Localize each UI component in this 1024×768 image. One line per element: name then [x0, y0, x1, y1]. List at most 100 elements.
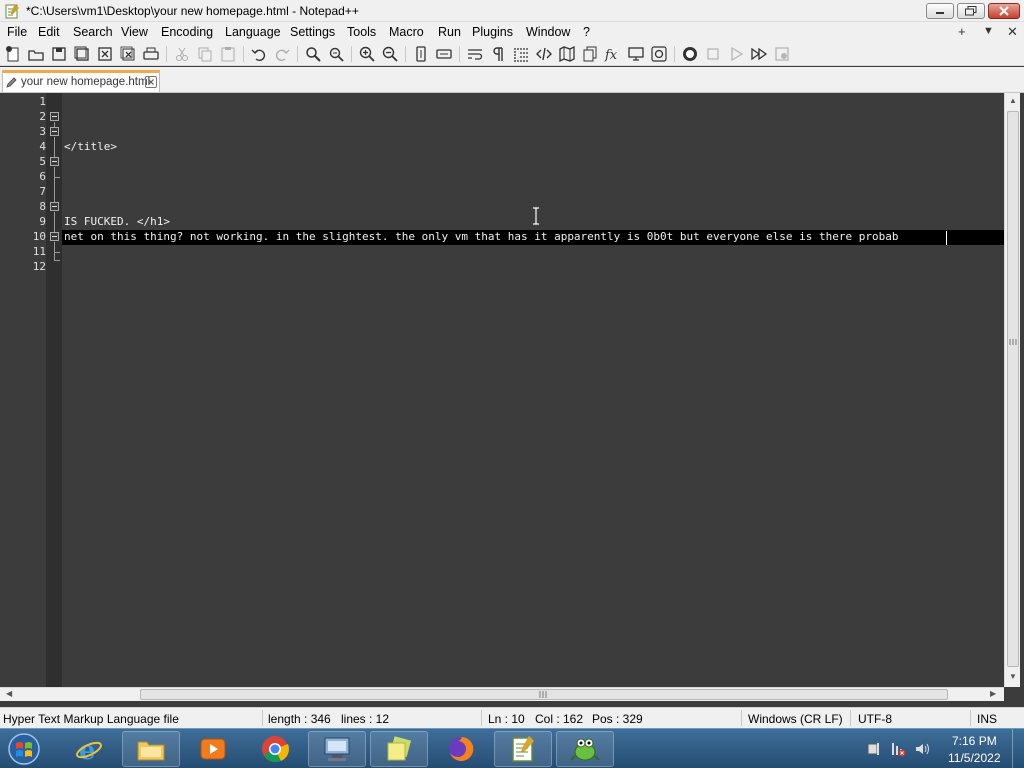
- volume-icon[interactable]: [914, 741, 930, 757]
- stop-macro-icon[interactable]: [704, 45, 722, 63]
- taskbar-windows-explorer[interactable]: [122, 731, 180, 767]
- restore-button[interactable]: [957, 3, 985, 19]
- taskbar-remote-desktop[interactable]: [308, 731, 366, 767]
- ibeam-cursor-icon: [531, 207, 541, 228]
- find-icon[interactable]: [304, 45, 322, 63]
- editor[interactable]: 1 2 3 4 5 6 7 8 9 10 11 12 </title> IS F…: [0, 93, 1024, 687]
- save-all-icon[interactable]: [73, 45, 91, 63]
- monitoring-icon[interactable]: [650, 45, 668, 63]
- taskbar-notepad-plus-plus[interactable]: [494, 731, 552, 767]
- indent-guide-icon[interactable]: [512, 45, 530, 63]
- menu-tools[interactable]: Tools: [347, 25, 376, 39]
- print-icon[interactable]: [142, 45, 160, 63]
- save-icon[interactable]: [50, 45, 68, 63]
- menu-file[interactable]: File: [7, 25, 27, 39]
- paste-icon[interactable]: [219, 45, 237, 63]
- new-tab-button[interactable]: +: [958, 24, 966, 39]
- taskbar-media-player[interactable]: [184, 731, 242, 767]
- action-center-icon[interactable]: [866, 741, 882, 757]
- save-macro-icon[interactable]: [773, 45, 791, 63]
- menu-macro[interactable]: Macro: [389, 25, 424, 39]
- pencil-icon: [6, 76, 18, 91]
- document-list-icon[interactable]: [581, 45, 599, 63]
- taskbar-internet-explorer[interactable]: e: [60, 731, 118, 767]
- record-macro-icon[interactable]: [681, 45, 699, 63]
- tab-bar: your new homepage.html: [0, 67, 1024, 93]
- taskbar-gecko-app[interactable]: [556, 731, 614, 767]
- run-macro-multiple-icon[interactable]: [750, 45, 768, 63]
- replace-icon[interactable]: [327, 45, 345, 63]
- vertical-scrollbar[interactable]: ▲ ▼: [1004, 93, 1020, 687]
- tab-list-button[interactable]: ▼: [983, 25, 994, 37]
- status-separator: [970, 710, 971, 726]
- close-icon[interactable]: [96, 45, 114, 63]
- open-file-icon[interactable]: [27, 45, 45, 63]
- code-line: net on this thing? not working. in the s…: [64, 230, 899, 243]
- line-number: 7: [39, 185, 46, 198]
- sync-vertical-icon[interactable]: [412, 45, 430, 63]
- menu-edit[interactable]: Edit: [38, 25, 60, 39]
- menu-search[interactable]: Search: [73, 25, 113, 39]
- document-map-icon[interactable]: [558, 45, 576, 63]
- copy-icon[interactable]: [196, 45, 214, 63]
- fold-toggle[interactable]: [50, 127, 59, 136]
- toolbar-separator: [351, 46, 352, 62]
- zoom-out-icon[interactable]: [381, 45, 399, 63]
- line-number: 2: [39, 110, 46, 123]
- taskbar-sticky-notes[interactable]: [370, 731, 428, 767]
- redo-icon[interactable]: [273, 45, 291, 63]
- sync-horizontal-icon[interactable]: [435, 45, 453, 63]
- line-number: 11: [32, 245, 46, 258]
- menu-window[interactable]: Window: [526, 25, 570, 39]
- clock-date[interactable]: 11/5/2022: [948, 751, 1001, 765]
- scroll-left-icon[interactable]: ◀: [6, 689, 12, 698]
- start-button[interactable]: [5, 732, 43, 766]
- function-list-icon[interactable]: fx: [604, 45, 622, 63]
- close-all-icon[interactable]: [119, 45, 137, 63]
- undo-icon[interactable]: [250, 45, 268, 63]
- show-desktop-button[interactable]: [1012, 729, 1024, 768]
- menu-settings[interactable]: Settings: [290, 25, 335, 39]
- word-wrap-icon[interactable]: [466, 45, 484, 63]
- close-tab-button[interactable]: ✕: [1007, 24, 1018, 40]
- zoom-in-icon[interactable]: [358, 45, 376, 63]
- horizontal-scrollbar[interactable]: ◀ ▶: [0, 687, 1004, 701]
- tab-your-new-homepage[interactable]: your new homepage.html: [2, 70, 160, 92]
- menu-encoding[interactable]: Encoding: [161, 25, 213, 39]
- minimize-button[interactable]: [926, 3, 954, 19]
- play-macro-icon[interactable]: [727, 45, 745, 63]
- close-button[interactable]: [988, 3, 1020, 19]
- network-icon[interactable]: [890, 741, 906, 757]
- vertical-scroll-thumb[interactable]: [1007, 111, 1019, 667]
- clock-time[interactable]: 7:16 PM: [952, 734, 997, 748]
- status-insert-mode[interactable]: INS: [977, 712, 997, 726]
- udl-icon[interactable]: [535, 45, 553, 63]
- taskbar-firefox[interactable]: [432, 731, 490, 767]
- scroll-up-icon[interactable]: ▲: [1009, 96, 1017, 105]
- show-all-chars-icon[interactable]: [489, 45, 507, 63]
- menu-view[interactable]: View: [121, 25, 148, 39]
- folder-as-workspace-icon[interactable]: [627, 45, 645, 63]
- toolbar: fx: [0, 42, 1024, 66]
- text-area[interactable]: </title> IS FUCKED. </h1> net on this th…: [62, 93, 1004, 687]
- tab-close-icon[interactable]: [145, 76, 157, 88]
- menu-plugins[interactable]: Plugins: [472, 25, 513, 39]
- status-encoding[interactable]: UTF-8: [858, 712, 892, 726]
- status-eol[interactable]: Windows (CR LF): [748, 712, 843, 726]
- taskbar-chrome[interactable]: [246, 731, 304, 767]
- scroll-right-icon[interactable]: ▶: [990, 689, 996, 698]
- menu-run[interactable]: Run: [438, 25, 461, 39]
- menu-language[interactable]: Language: [225, 25, 281, 39]
- line-number: 12: [32, 260, 46, 273]
- horizontal-scroll-thumb[interactable]: [140, 689, 948, 700]
- scroll-down-icon[interactable]: ▼: [1009, 672, 1017, 681]
- fold-toggle[interactable]: [50, 112, 59, 121]
- new-file-icon[interactable]: [4, 45, 22, 63]
- fold-guide: [54, 252, 60, 253]
- fold-toggle[interactable]: [50, 232, 59, 241]
- cut-icon[interactable]: [173, 45, 191, 63]
- fold-toggle[interactable]: [50, 202, 59, 211]
- menu-help[interactable]: ?: [583, 25, 590, 39]
- svg-text:e: e: [79, 736, 96, 764]
- fold-toggle[interactable]: [50, 157, 59, 166]
